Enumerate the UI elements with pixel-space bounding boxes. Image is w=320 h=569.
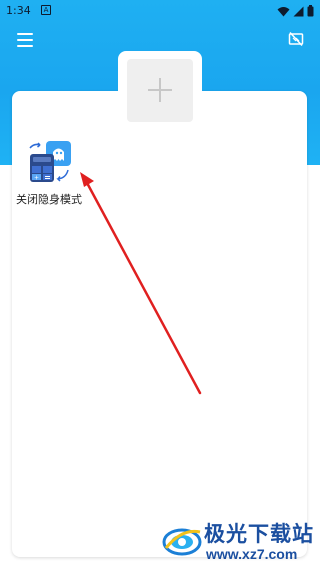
status-time: 1:34 [6, 4, 31, 17]
add-app-button[interactable] [127, 59, 193, 122]
hamburger-menu-icon[interactable] [17, 33, 33, 47]
notification-a-icon: A [41, 5, 51, 15]
wifi-icon [277, 6, 290, 16]
status-icons [277, 5, 314, 17]
svg-text:+: + [34, 175, 39, 182]
watermark-title: 极光下载站 [204, 522, 314, 546]
hide-screen-icon[interactable] [288, 31, 304, 47]
battery-icon [307, 5, 314, 17]
aurora-logo-icon [162, 528, 202, 556]
app-label: 关闭隐身模式 [16, 193, 82, 206]
signal-icon [293, 6, 304, 16]
watermark-url: www.xz7.com [206, 546, 298, 562]
watermark: 极光下载站 www.xz7.com [160, 516, 320, 566]
ghost-calculator-icon: + [29, 141, 71, 182]
status-bar: 1:34 A [0, 0, 320, 22]
app-item-close-incognito[interactable]: + 关闭隐身模式 [16, 140, 88, 210]
